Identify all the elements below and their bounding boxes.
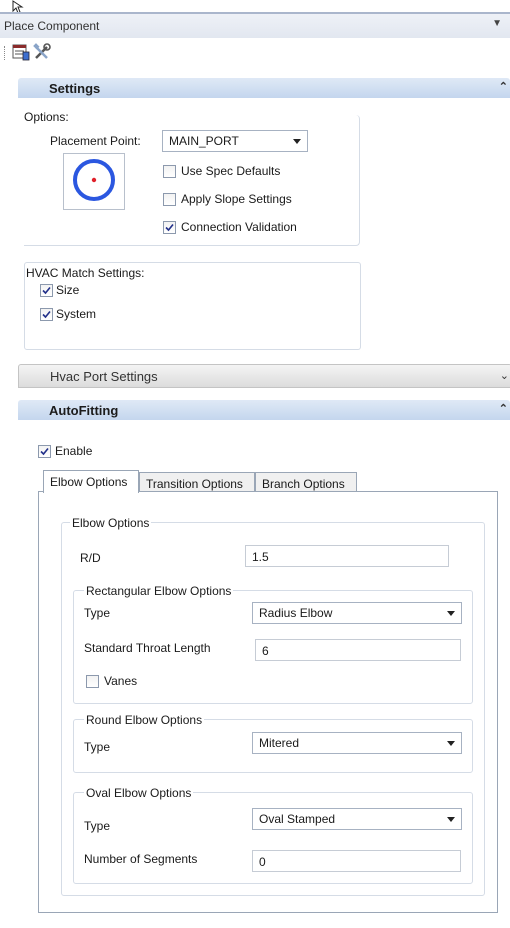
system-checkbox[interactable]	[40, 308, 53, 321]
tab-branch-options[interactable]: Branch Options	[255, 472, 357, 493]
oval-elbow-label: Oval Elbow Options	[84, 786, 194, 800]
chevron-down-icon	[293, 139, 301, 144]
tab-transition-options[interactable]: Transition Options	[139, 472, 255, 493]
system-label: System	[56, 307, 97, 321]
expand-chevron-icon[interactable]: ⌄	[500, 369, 509, 382]
round-elbow-label: Round Elbow Options	[84, 713, 205, 727]
settings-header-label: Settings	[49, 81, 101, 96]
chevron-down-icon	[447, 741, 455, 746]
apply-slope-settings-checkbox[interactable]	[163, 193, 176, 206]
tab-label: Branch Options	[262, 477, 345, 491]
checkmark-icon	[42, 286, 51, 295]
rectangular-type-label: Type	[84, 606, 111, 620]
rectangular-elbow-label: Rectangular Elbow Options	[84, 584, 234, 598]
chevron-down-icon	[447, 611, 455, 616]
placement-point-preview	[63, 153, 125, 210]
tools-icon[interactable]	[33, 43, 51, 64]
throat-length-input[interactable]: 6	[255, 639, 461, 661]
throat-length-label: Standard Throat Length	[84, 641, 211, 655]
connection-validation-label: Connection Validation	[181, 220, 297, 234]
checkmark-icon	[40, 447, 49, 456]
enable-autofitting-checkbox[interactable]	[38, 445, 51, 458]
throat-length-value: 6	[262, 644, 269, 658]
checkmark-icon	[42, 310, 51, 319]
rd-value: 1.5	[252, 550, 269, 564]
panel-title: Place Component	[4, 19, 100, 33]
connection-validation-checkbox[interactable]	[163, 221, 176, 234]
enable-label: Enable	[55, 444, 93, 458]
options-label: Options:	[24, 110, 69, 124]
placement-point-dropdown[interactable]: MAIN_PORT	[162, 130, 308, 152]
elbow-options-label: Elbow Options	[70, 516, 152, 530]
hvac-port-settings-header[interactable]: Hvac Port Settings ⌄	[18, 364, 510, 388]
rd-input[interactable]: 1.5	[245, 545, 449, 567]
round-type-value: Mitered	[259, 736, 300, 750]
use-spec-defaults-label: Use Spec Defaults	[181, 164, 281, 178]
round-type-dropdown[interactable]: Mitered	[252, 732, 462, 754]
vanes-checkbox[interactable]	[86, 675, 99, 688]
placement-point-label: Placement Point:	[50, 134, 141, 148]
size-label: Size	[56, 283, 80, 297]
rectangular-type-value: Radius Elbow	[259, 606, 333, 620]
rd-label: R/D	[80, 551, 101, 565]
checkmark-icon	[165, 223, 174, 232]
toolbar-grip	[4, 46, 7, 60]
chevron-down-icon	[447, 817, 455, 822]
collapse-chevron-icon[interactable]: ⌃	[499, 402, 508, 415]
segments-label: Number of Segments	[84, 852, 198, 866]
autofitting-section-header[interactable]: AutoFitting ⌃	[18, 400, 510, 420]
tab-elbow-options[interactable]: Elbow Options	[43, 470, 139, 493]
collapse-chevron-icon[interactable]: ⌃	[499, 80, 508, 93]
toolbar	[0, 40, 510, 66]
tab-label: Elbow Options	[50, 475, 128, 489]
properties-icon[interactable]	[12, 43, 30, 64]
rectangular-type-dropdown[interactable]: Radius Elbow	[252, 602, 462, 624]
hvac-port-settings-label: Hvac Port Settings	[50, 369, 158, 384]
hvac-match-label: HVAC Match Settings:	[26, 266, 145, 280]
panel-menu-dropdown-icon[interactable]: ▼	[492, 18, 502, 29]
apply-slope-settings-label: Apply Slope Settings	[181, 192, 292, 206]
oval-type-value: Oval Stamped	[259, 812, 336, 826]
segments-input[interactable]: 0	[252, 850, 461, 872]
round-type-label: Type	[84, 740, 111, 754]
size-checkbox[interactable]	[40, 284, 53, 297]
oval-type-dropdown[interactable]: Oval Stamped	[252, 808, 462, 830]
use-spec-defaults-checkbox[interactable]	[163, 165, 176, 178]
settings-section-header[interactable]: Settings ⌃	[18, 78, 510, 98]
segments-value: 0	[259, 855, 266, 869]
tab-label: Transition Options	[146, 477, 243, 491]
autofitting-header-label: AutoFitting	[49, 403, 119, 418]
panel-title-bar: Place Component ▼	[0, 12, 510, 38]
placement-point-value: MAIN_PORT	[169, 134, 239, 148]
oval-type-label: Type	[84, 819, 111, 833]
vanes-label: Vanes	[104, 674, 138, 688]
